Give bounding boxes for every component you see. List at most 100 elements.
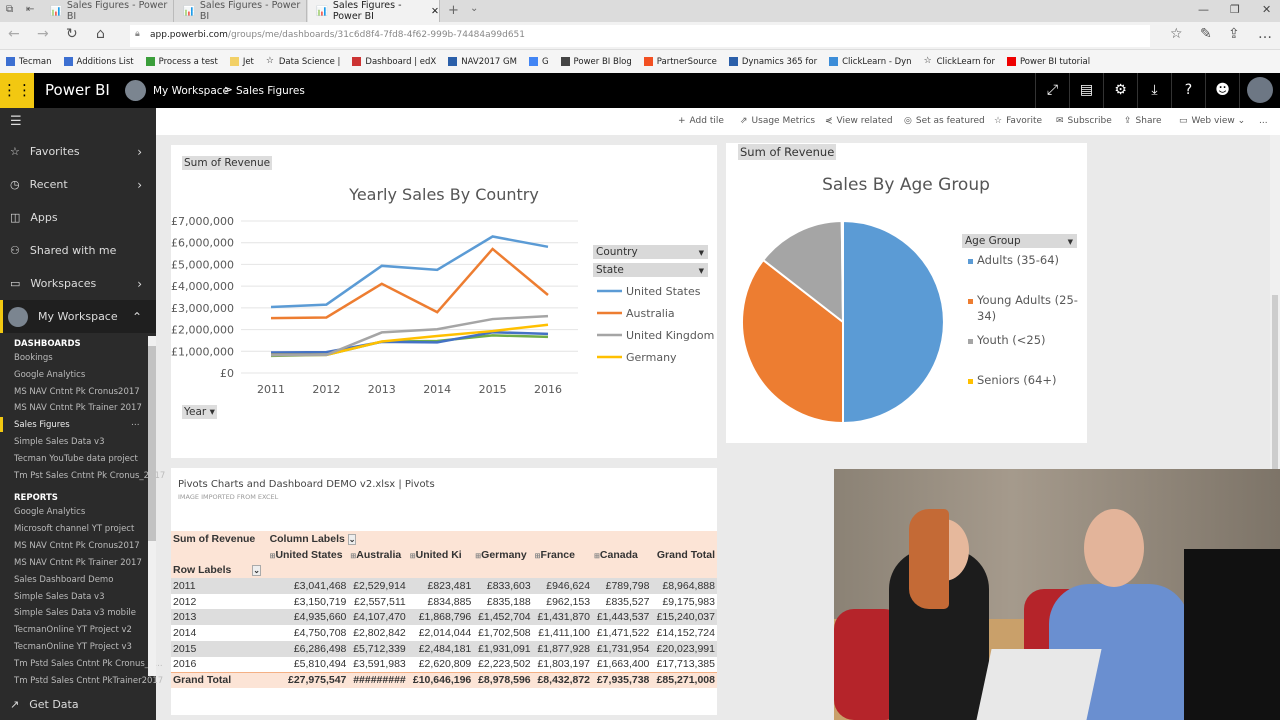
legend-label[interactable]: Germany <box>626 351 677 364</box>
pivot-image-tile[interactable]: Pivots Charts and Dashboard DEMO v2.xlsx… <box>171 468 717 715</box>
maximize-icon[interactable]: ❐ <box>1230 3 1240 16</box>
legend-label[interactable]: Youth (<25) <box>976 333 1046 347</box>
bookmark-item[interactable]: Dashboard | edX <box>352 57 436 67</box>
action-subscribe[interactable]: ✉ Subscribe <box>1056 116 1112 126</box>
column-header[interactable]: ⊞Canada <box>592 546 652 563</box>
column-header[interactable]: ⊞United States <box>267 546 349 563</box>
dashboard-link[interactable]: MS NAV Cntnt Pk Cronus2017 <box>14 387 140 397</box>
sidebar-item-my-workspace[interactable]: My Workspace ⌃ <box>0 300 156 333</box>
settings-gear-icon[interactable]: ⚙ <box>1103 73 1137 108</box>
bookmark-item[interactable]: ClickLearn - Dyn <box>829 57 912 67</box>
sidebar-item-shared[interactable]: ⚇ Shared with me <box>0 234 156 267</box>
tab-actions-icon[interactable]: ⧉ <box>6 4 13 15</box>
report-link[interactable]: Tm Pstd Sales Cntnt Pk Cronus_2... <box>14 659 163 669</box>
breadcrumb-workspace[interactable]: My Workspace <box>153 85 229 97</box>
more-options-icon[interactable]: ... <box>131 418 140 428</box>
report-link[interactable]: MS NAV Cntnt Pk Cronus2017 <box>14 541 140 551</box>
legend-label[interactable]: Seniors (64+) <box>977 373 1057 387</box>
set-aside-tabs-icon[interactable]: ⇤ <box>26 4 34 15</box>
profile-avatar[interactable] <box>1239 73 1280 108</box>
report-link[interactable]: Google Analytics <box>14 507 85 517</box>
bookmark-item[interactable]: ☆ ClickLearn for <box>924 57 995 67</box>
filter-dropdown-icon[interactable]: ⌄ <box>347 533 357 545</box>
bookmark-item[interactable]: PartnerSource <box>643 57 717 67</box>
back-icon[interactable]: ← <box>8 26 20 42</box>
bookmark-item[interactable]: Dynamics 365 for <box>728 57 817 67</box>
column-labels[interactable]: Column Labels ⌄ <box>267 531 717 547</box>
dashboard-link[interactable]: Tecman YouTube data project <box>14 454 138 464</box>
get-data-button[interactable]: ↗ Get Data <box>0 688 156 720</box>
series-line-0[interactable] <box>270 235 549 309</box>
close-tab-icon[interactable]: ✕ <box>431 6 439 17</box>
fullscreen-icon[interactable]: ⤢ <box>1035 73 1069 108</box>
action-add-tile[interactable]: + Add tile <box>678 116 724 126</box>
sidebar-item-apps[interactable]: ◫ Apps <box>0 201 156 234</box>
action-set-as-featured[interactable]: ◎ Set as featured <box>904 116 985 126</box>
legend-label[interactable]: United States <box>626 285 701 298</box>
dashboard-link[interactable]: Simple Sales Data v3 <box>14 437 105 447</box>
dashboard-link[interactable]: Google Analytics <box>14 370 85 380</box>
action-view-related[interactable]: ⋞ View related <box>825 116 893 126</box>
report-link[interactable]: MS NAV Cntnt Pk Trainer 2017 <box>14 558 142 568</box>
download-icon[interactable]: ⤓ <box>1137 73 1171 108</box>
report-link[interactable]: Sales Dashboard Demo <box>14 575 113 585</box>
app-launcher-icon[interactable]: ⋮⋮ <box>0 73 34 108</box>
line-chart-tile[interactable]: Sum of Revenue Yearly Sales By Country Y… <box>171 145 717 458</box>
dashboard-link[interactable]: MS NAV Cntnt Pk Trainer 2017 <box>14 403 142 413</box>
sidebar-item-workspaces[interactable]: ▭ Workspaces › <box>0 267 156 300</box>
report-link[interactable]: Microsoft channel YT project <box>14 524 134 534</box>
report-link[interactable]: TecmanOnline YT Project v3 <box>14 642 132 652</box>
column-header[interactable]: ⊞United Ki <box>407 546 474 563</box>
browser-tab[interactable]: 📊 Sales Figures - Power BI <box>42 0 174 22</box>
comments-icon[interactable]: ▤ <box>1069 73 1103 108</box>
action-favorite[interactable]: ☆ Favorite <box>994 116 1042 126</box>
bookmark-item[interactable]: Additions List <box>63 57 134 67</box>
close-window-icon[interactable]: ✕ <box>1262 3 1271 16</box>
bookmark-item[interactable]: Jet <box>229 57 254 67</box>
pie-slice-0[interactable] <box>842 219 945 425</box>
dashboard-link[interactable]: Bookings <box>14 353 53 363</box>
home-icon[interactable]: ⌂ <box>96 26 105 42</box>
help-icon[interactable]: ? <box>1171 73 1205 108</box>
minimize-icon[interactable]: — <box>1198 3 1209 16</box>
report-link[interactable]: Simple Sales Data v3 mobile <box>14 608 136 618</box>
new-tab-icon[interactable]: + <box>448 3 459 18</box>
dashboard-link[interactable]: Sales Figures <box>14 420 70 430</box>
column-header[interactable]: Grand Total <box>651 546 717 563</box>
forward-icon[interactable]: → <box>37 26 49 42</box>
bookmark-item[interactable]: Tecman <box>6 57 52 67</box>
legend-label[interactable]: Young Adults (25-34) <box>976 293 1078 323</box>
hamburger-menu-icon[interactable]: ☰ <box>10 114 22 129</box>
filter-dropdown-icon[interactable]: ⌄ <box>252 565 261 577</box>
column-header[interactable]: ⊞France <box>532 546 593 563</box>
favorites-hub-icon[interactable]: ☆ <box>1170 26 1183 42</box>
refresh-icon[interactable]: ↻ <box>66 26 78 42</box>
report-link[interactable]: TecmanOnline YT Project v2 <box>14 625 132 635</box>
column-header[interactable]: ⊞Australia <box>348 546 408 563</box>
bookmark-item[interactable]: Power BI Blog <box>560 57 632 67</box>
bookmark-item[interactable]: Process a test <box>145 57 218 67</box>
more-icon[interactable]: … <box>1258 26 1272 42</box>
feedback-smiley-icon[interactable]: ☻ <box>1205 73 1239 108</box>
dashboard-link[interactable]: Tm Pst Sales Cntnt Pk Cronus_2017 <box>14 471 165 481</box>
sidebar-item-favorites[interactable]: ☆ Favorites › <box>0 135 156 168</box>
action--[interactable]: ... <box>1259 116 1268 126</box>
action-web-view[interactable]: ▭ Web view ⌄ <box>1179 116 1245 126</box>
legend-label[interactable]: United Kingdom <box>626 329 714 342</box>
bookmark-item[interactable]: G <box>528 57 549 67</box>
app-name[interactable]: Power BI <box>45 81 110 99</box>
bookmark-item[interactable]: NAV2017 GM <box>448 57 517 67</box>
report-link[interactable]: Simple Sales Data v3 <box>14 592 105 602</box>
column-header[interactable]: ⊞Germany <box>473 546 533 563</box>
url-field[interactable]: 🔒︎ app.powerbi.com/groups/me/dashboards/3… <box>130 25 1150 47</box>
action-usage-metrics[interactable]: ⇗ Usage Metrics <box>740 116 815 126</box>
tab-preview-chevron-icon[interactable]: ⌄ <box>470 3 478 14</box>
legend-label[interactable]: Adults (35-64) <box>977 253 1059 267</box>
sidebar-item-recent[interactable]: ◷ Recent › <box>0 168 156 201</box>
bookmark-item[interactable]: ☆ Data Science | <box>266 57 341 67</box>
row-labels[interactable]: Row Labels ⌄ <box>171 562 268 579</box>
action-share[interactable]: ⇪ Share <box>1124 116 1162 126</box>
browser-tab-active[interactable]: 📊 Sales Figures - Power BI ✕ <box>308 0 440 22</box>
legend-label[interactable]: Australia <box>626 307 675 320</box>
share-icon[interactable]: ⇪ <box>1228 26 1240 42</box>
